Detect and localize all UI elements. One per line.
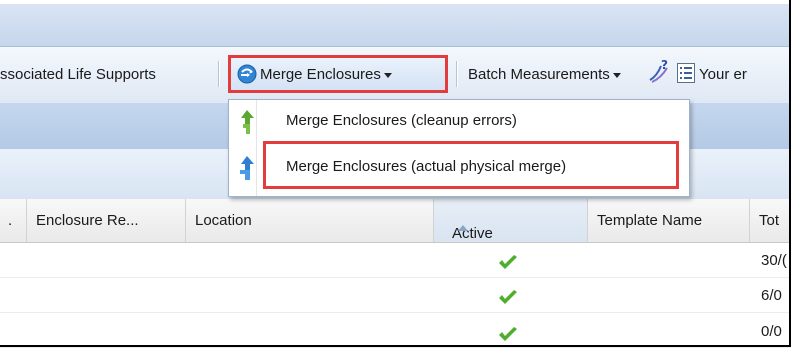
column-header-label: Location <box>195 212 252 229</box>
toolbar-separator <box>456 61 458 87</box>
window-header-band <box>0 0 791 46</box>
column-header-location[interactable]: Location <box>186 199 434 242</box>
chevron-down-icon <box>383 72 392 78</box>
checkmark-icon <box>499 327 517 341</box>
table-cell-total: 30/( <box>761 252 787 269</box>
chevron-down-icon <box>612 72 621 78</box>
table-cell-total: 0/0 <box>761 323 782 340</box>
merge-physical-icon <box>240 156 254 180</box>
list-icon <box>677 63 695 83</box>
menu-item-label: Merge Enclosures (cleanup errors) <box>286 112 517 129</box>
sort-ascending-icon <box>458 225 468 231</box>
table-row[interactable]: 0/0 <box>0 313 791 348</box>
batch-measurements-button[interactable]: Batch Measurements <box>468 66 621 83</box>
checkmark-icon <box>499 290 517 304</box>
checkmark-icon <box>499 255 517 269</box>
merge-enclosures-button[interactable]: Merge Enclosures <box>228 55 448 93</box>
associated-life-supports-button[interactable]: ssociated Life Supports <box>0 66 156 83</box>
column-header-total[interactable]: Tot <box>750 199 791 242</box>
highlight-box <box>263 141 679 189</box>
column-header-truncated[interactable]: . <box>0 199 27 242</box>
merge-cleanup-icon <box>241 110 254 134</box>
toolbar: ssociated Life Supports Merge Enclosures… <box>0 46 791 104</box>
column-header-label: Template Name <box>597 212 703 229</box>
toolbar-separator <box>218 61 220 87</box>
column-header-label: . <box>8 212 13 229</box>
table-row[interactable]: 6/0 <box>0 278 791 313</box>
table-cell-total: 6/0 <box>761 287 782 304</box>
merge-icon <box>237 64 257 84</box>
menu-item-cleanup-errors[interactable]: Merge Enclosures (cleanup errors) <box>229 102 689 144</box>
column-header-active[interactable]: Active <box>434 199 588 242</box>
column-header-label: Tot <box>759 212 780 229</box>
column-header-label: Enclosure Re... <box>36 212 139 229</box>
your-enclosures-button[interactable]: Your er <box>699 66 747 83</box>
merge-enclosures-label: Merge Enclosures <box>260 66 381 83</box>
grid-header: . Enclosure Re... Location Active Templa… <box>0 199 791 243</box>
column-header-enclosure-re[interactable]: Enclosure Re... <box>27 199 186 242</box>
batch-measurements-label: Batch Measurements <box>468 66 610 83</box>
svg-text:?: ? <box>661 58 668 72</box>
help-icon[interactable]: ? <box>647 58 671 84</box>
table-row[interactable]: 30/( <box>0 243 791 278</box>
column-header-template-name[interactable]: Template Name <box>588 199 750 242</box>
